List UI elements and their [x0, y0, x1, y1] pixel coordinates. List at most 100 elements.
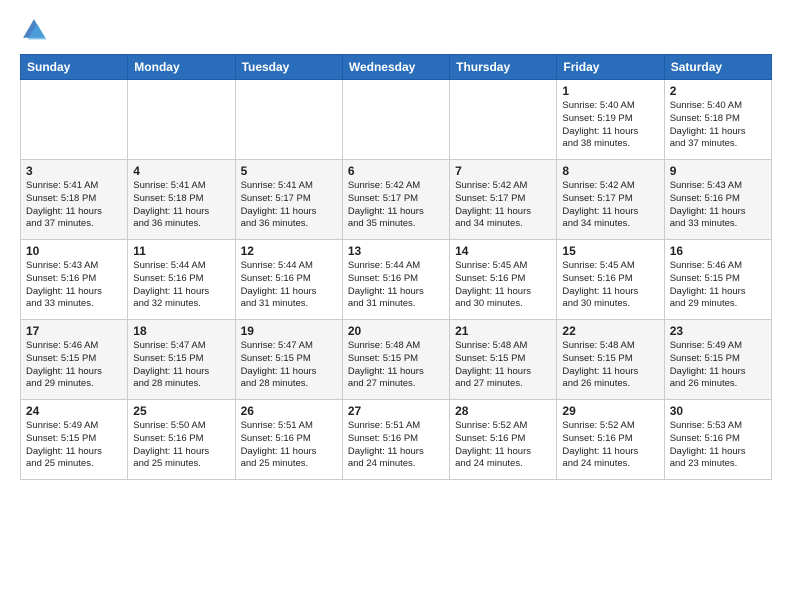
calendar-cell: 24Sunrise: 5:49 AM Sunset: 5:15 PM Dayli… [21, 400, 128, 480]
calendar-cell: 7 Sunrise: 5:42 AM Sunset: 5:17 PM Daylig… [450, 160, 557, 240]
day-number: 11 [133, 244, 229, 258]
day-number: 9 [670, 164, 766, 178]
calendar-cell: 2 Sunrise: 5:40 AM Sunset: 5:18 PM Daylig… [664, 80, 771, 160]
day-number: 22 [562, 324, 658, 338]
day-number: 19 [241, 324, 337, 338]
day-info: Sunrise: 5:53 AM Sunset: 5:16 PM Dayligh… [670, 420, 766, 471]
header [20, 16, 772, 44]
calendar-week-row: 17Sunrise: 5:46 AM Sunset: 5:15 PM Dayli… [21, 320, 772, 400]
calendar-cell: 4 Sunrise: 5:41 AM Sunset: 5:18 PM Daylig… [128, 160, 235, 240]
day-number: 8 [562, 164, 658, 178]
day-info: Sunrise: 5:42 AM Sunset: 5:17 PM Dayligh… [348, 180, 444, 231]
calendar-cell: 28 Sunrise: 5:52 AM Sunset: 5:16 PM Dayli… [450, 400, 557, 480]
calendar-cell [450, 80, 557, 160]
logo [20, 16, 52, 44]
day-number: 7 [455, 164, 551, 178]
day-number: 27 [348, 404, 444, 418]
calendar-cell: 23 Sunrise: 5:49 AM Sunset: 5:15 PM Dayli… [664, 320, 771, 400]
day-number: 10 [26, 244, 122, 258]
calendar-cell [21, 80, 128, 160]
logo-icon [20, 16, 48, 44]
day-number: 26 [241, 404, 337, 418]
day-info: Sunrise: 5:47 AM Sunset: 5:15 PM Dayligh… [241, 340, 337, 391]
calendar-cell: 17Sunrise: 5:46 AM Sunset: 5:15 PM Dayli… [21, 320, 128, 400]
day-number: 28 [455, 404, 551, 418]
day-info: Sunrise: 5:48 AM Sunset: 5:15 PM Dayligh… [348, 340, 444, 391]
day-info: Sunrise: 5:52 AM Sunset: 5:16 PM Dayligh… [562, 420, 658, 471]
day-number: 30 [670, 404, 766, 418]
calendar-cell: 16 Sunrise: 5:46 AM Sunset: 5:15 PM Dayli… [664, 240, 771, 320]
day-number: 2 [670, 84, 766, 98]
day-info: Sunrise: 5:52 AM Sunset: 5:16 PM Dayligh… [455, 420, 551, 471]
day-number: 12 [241, 244, 337, 258]
calendar-cell: 22 Sunrise: 5:48 AM Sunset: 5:15 PM Dayli… [557, 320, 664, 400]
day-info: Sunrise: 5:48 AM Sunset: 5:15 PM Dayligh… [455, 340, 551, 391]
calendar-cell [342, 80, 449, 160]
calendar-cell: 3 Sunrise: 5:41 AM Sunset: 5:18 PM Daylig… [21, 160, 128, 240]
calendar-week-row: 3 Sunrise: 5:41 AM Sunset: 5:18 PM Daylig… [21, 160, 772, 240]
day-info: Sunrise: 5:43 AM Sunset: 5:16 PM Dayligh… [670, 180, 766, 231]
day-number: 4 [133, 164, 229, 178]
day-number: 6 [348, 164, 444, 178]
calendar-cell: 6 Sunrise: 5:42 AM Sunset: 5:17 PM Daylig… [342, 160, 449, 240]
day-info: Sunrise: 5:48 AM Sunset: 5:15 PM Dayligh… [562, 340, 658, 391]
weekday-sunday: Sunday [21, 55, 128, 80]
calendar-cell: 14 Sunrise: 5:45 AM Sunset: 5:16 PM Dayli… [450, 240, 557, 320]
calendar-cell [235, 80, 342, 160]
day-number: 15 [562, 244, 658, 258]
day-info: Sunrise: 5:40 AM Sunset: 5:19 PM Dayligh… [562, 100, 658, 151]
day-number: 16 [670, 244, 766, 258]
day-number: 5 [241, 164, 337, 178]
day-info: Sunrise: 5:42 AM Sunset: 5:17 PM Dayligh… [562, 180, 658, 231]
day-info: Sunrise: 5:41 AM Sunset: 5:17 PM Dayligh… [241, 180, 337, 231]
day-number: 21 [455, 324, 551, 338]
day-info: Sunrise: 5:43 AM Sunset: 5:16 PM Dayligh… [26, 260, 122, 311]
page: SundayMondayTuesdayWednesdayThursdayFrid… [0, 0, 792, 496]
calendar-cell: 15 Sunrise: 5:45 AM Sunset: 5:16 PM Dayli… [557, 240, 664, 320]
day-number: 14 [455, 244, 551, 258]
day-info: Sunrise: 5:47 AM Sunset: 5:15 PM Dayligh… [133, 340, 229, 391]
day-number: 29 [562, 404, 658, 418]
calendar-cell: 8 Sunrise: 5:42 AM Sunset: 5:17 PM Daylig… [557, 160, 664, 240]
calendar-cell: 20 Sunrise: 5:48 AM Sunset: 5:15 PM Dayli… [342, 320, 449, 400]
day-number: 13 [348, 244, 444, 258]
calendar-week-row: 1 Sunrise: 5:40 AM Sunset: 5:19 PM Daylig… [21, 80, 772, 160]
calendar-cell: 1 Sunrise: 5:40 AM Sunset: 5:19 PM Daylig… [557, 80, 664, 160]
day-info: Sunrise: 5:51 AM Sunset: 5:16 PM Dayligh… [348, 420, 444, 471]
calendar-cell: 11 Sunrise: 5:44 AM Sunset: 5:16 PM Dayli… [128, 240, 235, 320]
day-number: 23 [670, 324, 766, 338]
calendar-cell: 25 Sunrise: 5:50 AM Sunset: 5:16 PM Dayli… [128, 400, 235, 480]
day-number: 18 [133, 324, 229, 338]
calendar-cell: 5 Sunrise: 5:41 AM Sunset: 5:17 PM Daylig… [235, 160, 342, 240]
day-number: 1 [562, 84, 658, 98]
day-info: Sunrise: 5:44 AM Sunset: 5:16 PM Dayligh… [241, 260, 337, 311]
day-info: Sunrise: 5:42 AM Sunset: 5:17 PM Dayligh… [455, 180, 551, 231]
weekday-friday: Friday [557, 55, 664, 80]
day-number: 20 [348, 324, 444, 338]
day-info: Sunrise: 5:41 AM Sunset: 5:18 PM Dayligh… [133, 180, 229, 231]
weekday-wednesday: Wednesday [342, 55, 449, 80]
day-number: 3 [26, 164, 122, 178]
weekday-monday: Monday [128, 55, 235, 80]
calendar-cell: 19 Sunrise: 5:47 AM Sunset: 5:15 PM Dayli… [235, 320, 342, 400]
calendar-cell: 10 Sunrise: 5:43 AM Sunset: 5:16 PM Dayli… [21, 240, 128, 320]
day-info: Sunrise: 5:49 AM Sunset: 5:15 PM Dayligh… [670, 340, 766, 391]
day-info: Sunrise: 5:44 AM Sunset: 5:16 PM Dayligh… [133, 260, 229, 311]
calendar-cell: 13Sunrise: 5:44 AM Sunset: 5:16 PM Dayli… [342, 240, 449, 320]
day-info: Sunrise: 5:46 AM Sunset: 5:15 PM Dayligh… [670, 260, 766, 311]
calendar-table: SundayMondayTuesdayWednesdayThursdayFrid… [20, 54, 772, 480]
day-info: Sunrise: 5:45 AM Sunset: 5:16 PM Dayligh… [455, 260, 551, 311]
day-info: Sunrise: 5:41 AM Sunset: 5:18 PM Dayligh… [26, 180, 122, 231]
day-number: 25 [133, 404, 229, 418]
day-info: Sunrise: 5:45 AM Sunset: 5:16 PM Dayligh… [562, 260, 658, 311]
calendar-cell: 18 Sunrise: 5:47 AM Sunset: 5:15 PM Dayli… [128, 320, 235, 400]
weekday-tuesday: Tuesday [235, 55, 342, 80]
weekday-thursday: Thursday [450, 55, 557, 80]
day-info: Sunrise: 5:40 AM Sunset: 5:18 PM Dayligh… [670, 100, 766, 151]
calendar-cell: 27 Sunrise: 5:51 AM Sunset: 5:16 PM Dayli… [342, 400, 449, 480]
calendar-cell: 12 Sunrise: 5:44 AM Sunset: 5:16 PM Dayli… [235, 240, 342, 320]
weekday-saturday: Saturday [664, 55, 771, 80]
calendar-cell: 29 Sunrise: 5:52 AM Sunset: 5:16 PM Dayli… [557, 400, 664, 480]
calendar-cell: 9 Sunrise: 5:43 AM Sunset: 5:16 PM Daylig… [664, 160, 771, 240]
day-info: Sunrise: 5:50 AM Sunset: 5:16 PM Dayligh… [133, 420, 229, 471]
